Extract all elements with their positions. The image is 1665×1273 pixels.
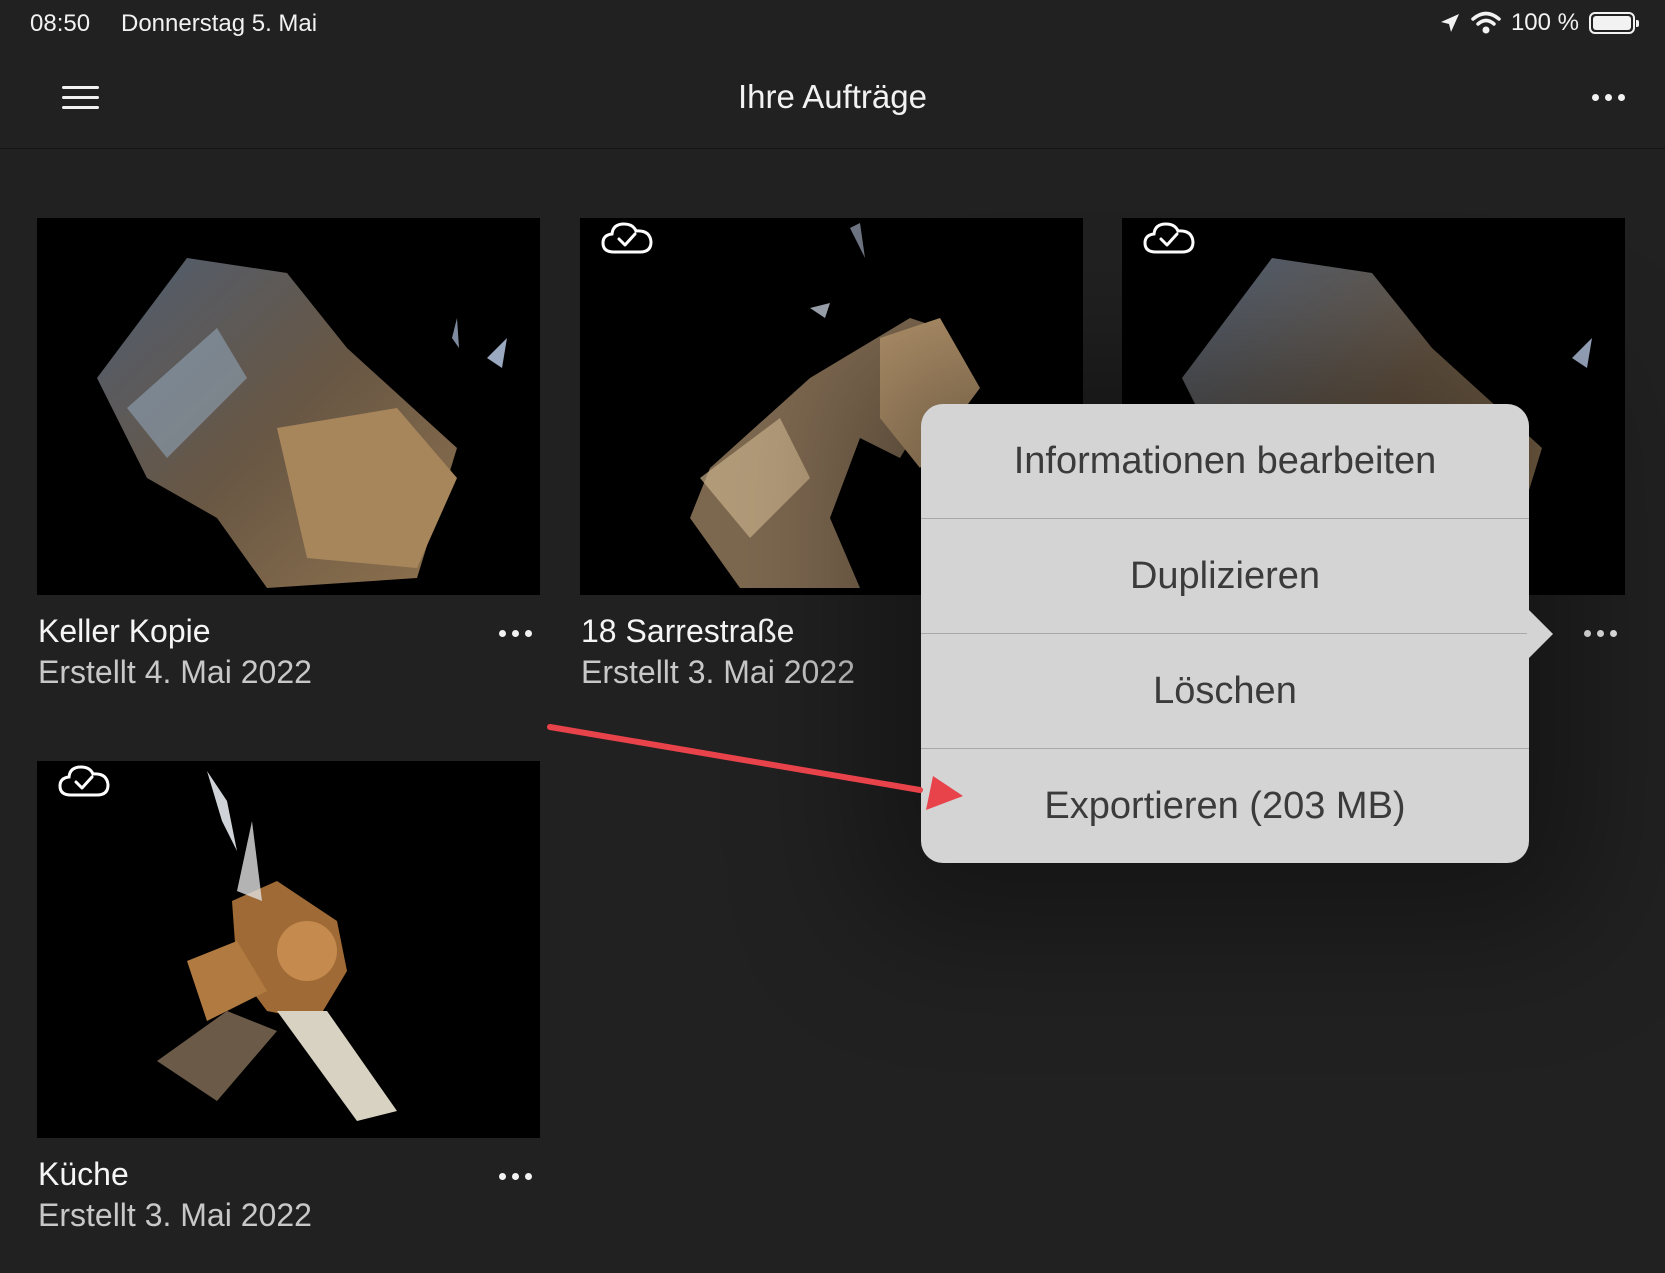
project-date: Erstellt 3. Mai 2022 — [38, 1197, 312, 1233]
scan-preview-image — [157, 771, 397, 1121]
project-title: 18 Sarrestraße — [581, 613, 795, 649]
location-arrow-icon — [1440, 14, 1459, 32]
status-date: Donnerstag 5. Mai — [121, 10, 318, 37]
project-title: Küche — [38, 1156, 129, 1192]
project-date: Erstellt 4. Mai 2022 — [38, 654, 312, 690]
status-time: 08:50 — [30, 10, 91, 37]
battery-percentage: 100 % — [1510, 9, 1579, 36]
menu-item-duplicate[interactable]: Duplizieren — [921, 518, 1529, 633]
wifi-icon — [1471, 11, 1501, 34]
context-menu: Informationen bearbeiten Duplizieren Lös… — [921, 404, 1529, 863]
project-more-icon[interactable] — [490, 1161, 540, 1191]
cloud-synced-icon — [1143, 222, 1195, 254]
project-more-icon[interactable] — [490, 618, 540, 648]
menu-item-export[interactable]: Exportieren (203 MB) — [921, 748, 1529, 863]
project-card[interactable]: Küche Erstellt 3. Mai 2022 — [37, 761, 540, 1233]
navigation-bar: Ihre Aufträge — [0, 48, 1665, 149]
menu-item-edit-info[interactable]: Informationen bearbeiten — [921, 404, 1529, 518]
scan-preview-image — [97, 258, 507, 588]
status-indicators: 100 % — [1439, 8, 1639, 38]
menu-item-delete[interactable]: Löschen — [921, 633, 1529, 748]
more-icon[interactable] — [1583, 82, 1633, 112]
project-title: Keller Kopie — [38, 613, 211, 649]
project-card[interactable]: Keller Kopie Erstellt 4. Mai 2022 — [37, 218, 540, 690]
battery-icon — [1589, 12, 1639, 34]
cloud-synced-icon — [601, 222, 653, 254]
project-more-icon[interactable] — [1575, 618, 1625, 648]
context-menu-arrow — [1527, 608, 1553, 660]
page-title: Ihre Aufträge — [738, 78, 927, 115]
project-date: Erstellt 3. Mai 2022 — [581, 654, 855, 690]
status-bar: 08:50 Donnerstag 5. Mai 100 % — [0, 0, 1665, 48]
cloud-synced-icon — [58, 765, 110, 797]
project-thumbnail[interactable] — [37, 218, 540, 595]
project-thumbnail[interactable] — [37, 761, 540, 1138]
